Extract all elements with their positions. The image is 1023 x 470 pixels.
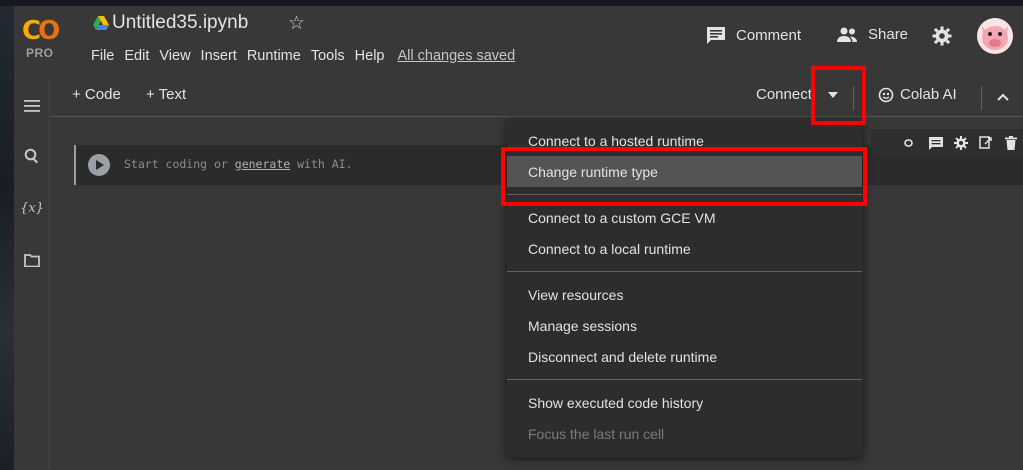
highlight-box-connect-caret [811,66,866,125]
pro-badge: PRO [26,46,54,60]
comment-button[interactable]: Comment [706,26,801,44]
menu-item-connect-local[interactable]: Connect to a local runtime [507,233,862,264]
window-frame-left [0,0,14,470]
link-icon[interactable] [904,136,918,150]
generate-link[interactable]: generate [235,157,290,171]
files-icon[interactable] [20,248,44,272]
comment-label: Comment [736,26,802,44]
settings-icon[interactable] [954,136,968,150]
notebook-title[interactable]: Untitled35.ipynb [112,12,248,34]
menu-tools[interactable]: Tools [306,46,350,66]
share-label: Share [868,26,909,43]
chevron-up-icon[interactable] [996,90,1010,104]
colab-app: CO PRO Untitled35.ipynb ☆ File Edit View… [14,6,1023,470]
avatar[interactable] [977,18,1013,54]
gear-icon[interactable] [932,26,952,46]
menu-item-focus-last-run: Focus the last run cell [528,425,665,442]
placeholder-start: Start coding or [124,157,235,171]
save-status-link[interactable]: All changes saved [390,46,524,66]
header: CO PRO Untitled35.ipynb ☆ File Edit View… [14,6,1023,80]
connect-button[interactable]: Connect [756,86,812,103]
add-code-button[interactable]: + Code [72,86,121,103]
notebook-toolbar: + Code + Text Connect Colab AI [14,80,1023,116]
menu-item-manage-sessions[interactable]: Manage sessions [507,310,862,341]
colab-ai-icon [878,87,894,102]
menu-edit[interactable]: Edit [119,46,154,66]
variables-icon[interactable]: {x} [20,196,44,220]
table-of-contents-icon[interactable] [20,94,44,118]
mirror-cell-icon[interactable] [979,136,993,150]
share-button[interactable]: Share [836,26,908,43]
menu-item-connect-gce-vm[interactable]: Connect to a custom GCE VM [507,202,862,233]
colab-ai-label: Colab AI [900,86,957,103]
left-sidebar: {x} [14,80,50,470]
run-cell-icon[interactable] [88,154,110,176]
avatar-image [977,18,1013,54]
star-icon[interactable]: ☆ [288,12,305,35]
placeholder-end: with AI. [290,157,353,171]
colab-logo[interactable]: CO PRO [20,12,66,64]
cell-toolbar [871,129,1023,157]
menu-item-disconnect-delete[interactable]: Disconnect and delete runtime [507,341,862,372]
menu-bar: File Edit View Insert Runtime Tools Help… [86,46,523,66]
search-icon[interactable] [20,144,44,168]
menu-runtime[interactable]: Runtime [242,46,306,66]
menu-help[interactable]: Help [350,46,390,66]
colab-logo-mark: CO [22,16,60,46]
menu-file[interactable]: File [86,46,119,66]
add-text-button[interactable]: + Text [146,86,186,103]
cell-placeholder[interactable]: Start coding or generate with AI. [124,157,352,171]
menu-divider [507,271,862,272]
menu-item-view-resources[interactable]: View resources [507,279,862,310]
menu-view[interactable]: View [154,46,195,66]
comment-icon [707,27,725,44]
toolbar-divider [981,86,982,110]
menu-insert[interactable]: Insert [196,46,242,66]
menu-item-code-history[interactable]: Show executed code history [507,387,862,418]
google-drive-icon [93,16,109,30]
highlight-box-change-runtime [501,147,867,206]
colab-ai-button[interactable]: Colab AI [878,86,957,103]
people-icon [837,27,857,42]
menu-divider [507,379,862,380]
comment-icon[interactable] [929,136,943,150]
delete-icon[interactable] [1004,136,1018,150]
